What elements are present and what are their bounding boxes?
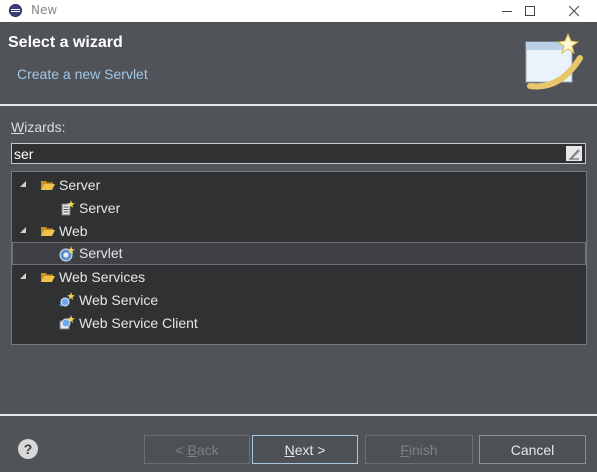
- tree-item-web-service-client[interactable]: Web Service Client: [12, 312, 586, 334]
- page-title: Select a wizard: [8, 34, 123, 51]
- question-mark-icon: ?: [23, 441, 33, 457]
- wizard-tree[interactable]: Server Server Web Servlet Web Services W…: [11, 171, 587, 345]
- tree-category-web-services[interactable]: Web Services: [12, 266, 586, 288]
- wizards-label: Wizards:: [11, 119, 65, 135]
- folder-open-icon: [41, 273, 55, 282]
- maximize-icon: [524, 5, 535, 16]
- tree-label: Web Service: [79, 292, 159, 308]
- wizards-label-rest: izards:: [24, 119, 66, 135]
- folder-open-icon: [41, 227, 55, 236]
- folder-open-icon: [41, 181, 55, 190]
- tree-label: Server: [59, 177, 101, 193]
- web-service-icon: [59, 292, 75, 308]
- next-button-rest: ext >: [294, 441, 326, 458]
- help-button[interactable]: ?: [18, 439, 38, 459]
- next-button-mnemonic: N: [284, 441, 295, 458]
- tree-item-servlet[interactable]: Servlet: [12, 242, 586, 265]
- back-button-rest: ack: [196, 441, 219, 458]
- footer-separator: [0, 414, 597, 416]
- new-wizard-banner-icon: [525, 32, 583, 90]
- clear-filter-icon[interactable]: [566, 146, 582, 161]
- next-button[interactable]: Next >: [252, 435, 358, 464]
- page-description: Create a new Servlet: [17, 66, 148, 82]
- tree-item-server[interactable]: Server: [12, 197, 586, 219]
- tree-label: Web Services: [59, 269, 146, 285]
- close-icon: [568, 5, 579, 16]
- cancel-button[interactable]: Cancel: [479, 435, 586, 464]
- expanded-triangle-icon[interactable]: [19, 180, 27, 188]
- header-separator: [0, 104, 597, 106]
- tree-category-web[interactable]: Web: [12, 220, 586, 242]
- cancel-button-label: Cancel: [510, 441, 555, 458]
- maximize-button[interactable]: [507, 0, 553, 22]
- expanded-triangle-icon[interactable]: [19, 272, 27, 280]
- wizard-header: Select a wizard Create a new Servlet: [0, 22, 597, 104]
- finish-button-rest: inish: [408, 441, 438, 458]
- expanded-triangle-icon[interactable]: [19, 226, 27, 234]
- back-button-mnemonic: B: [187, 441, 197, 458]
- title-bar: New: [0, 0, 597, 22]
- finish-button[interactable]: Finish: [365, 435, 473, 464]
- tree-label: Web Service Client: [79, 315, 198, 331]
- server-wizard-icon: [61, 200, 75, 216]
- servlet-icon: [59, 246, 75, 262]
- tree-label: Web: [59, 223, 88, 239]
- web-service-client-icon: [59, 315, 75, 330]
- tree-item-web-service[interactable]: Web Service: [12, 289, 586, 311]
- back-button[interactable]: < Back: [144, 435, 250, 464]
- tree-label: Server: [79, 200, 121, 216]
- wizards-label-mnemonic: W: [11, 119, 25, 135]
- filter-field: [11, 143, 586, 164]
- back-button-prefix: <: [175, 441, 188, 458]
- tree-label: Servlet: [79, 245, 123, 261]
- tree-category-server[interactable]: Server: [12, 174, 586, 196]
- eclipse-app-icon: [9, 4, 22, 17]
- wizard-filter-input[interactable]: [14, 144, 554, 163]
- window-title: New: [31, 3, 58, 17]
- finish-button-mnemonic: F: [400, 441, 409, 458]
- close-button[interactable]: [551, 0, 597, 22]
